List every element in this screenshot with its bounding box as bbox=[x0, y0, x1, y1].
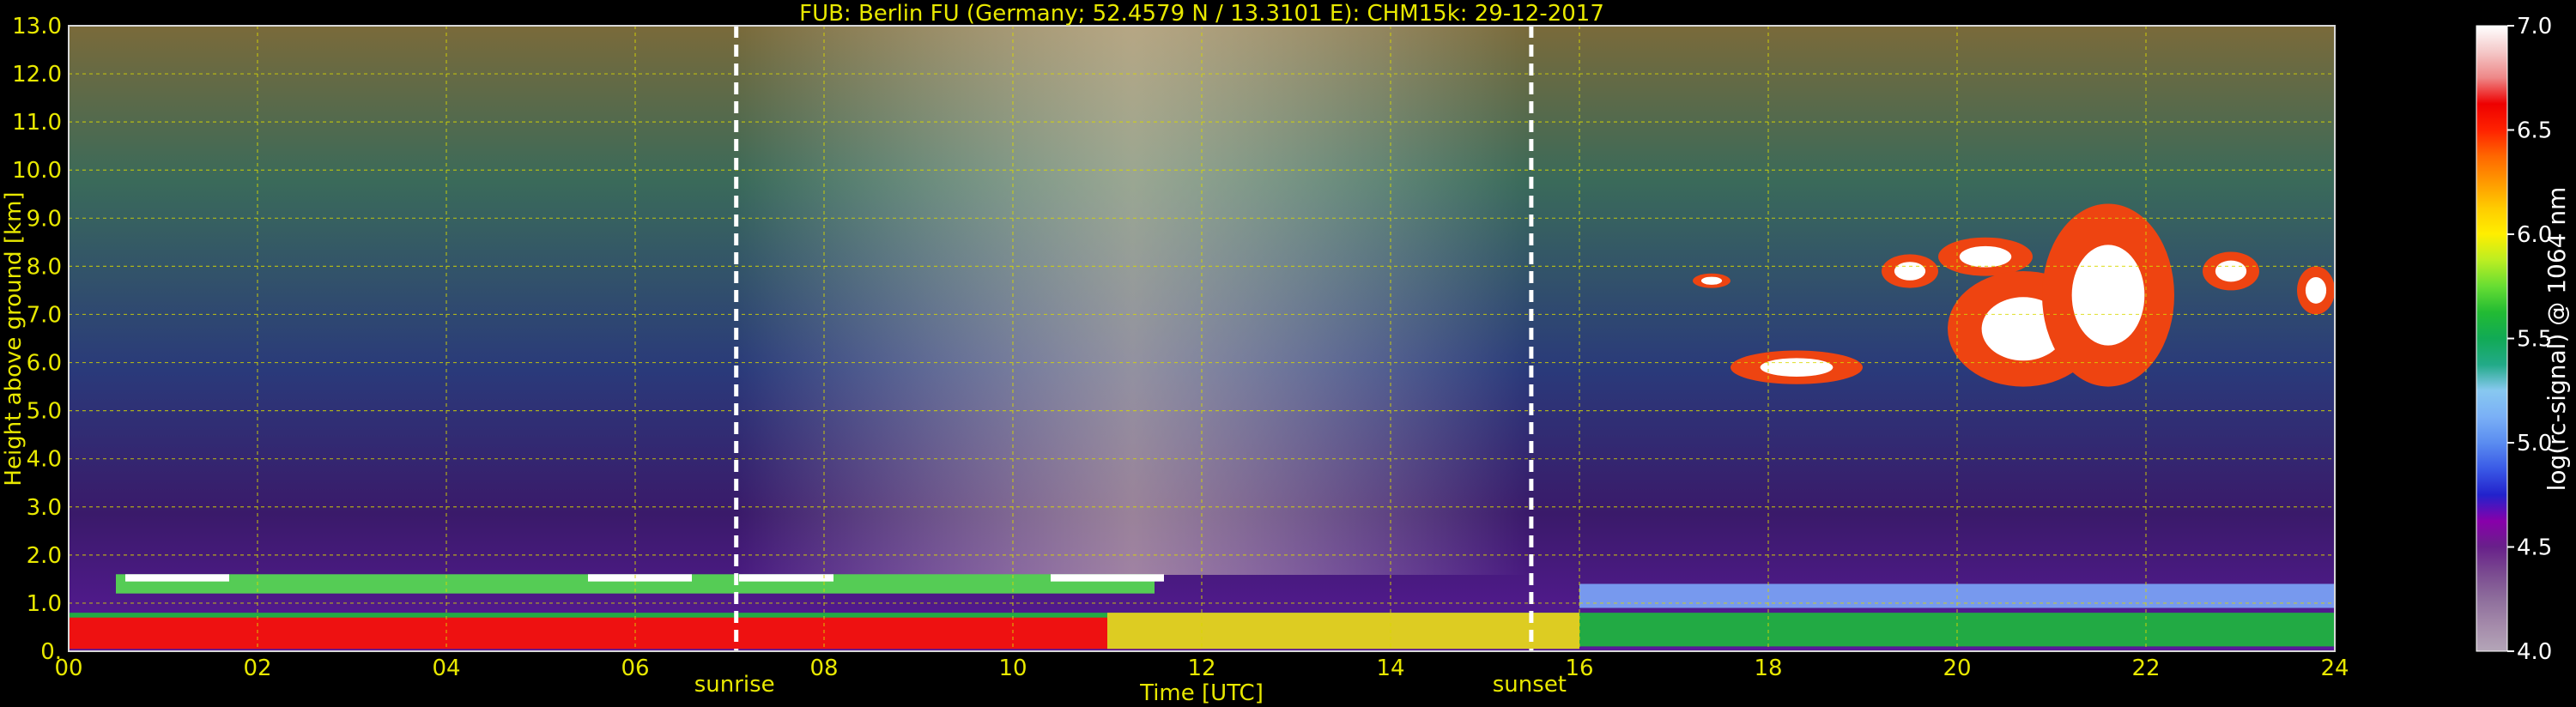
ceilometer-chart: sunrise sunset 0.1.02.03.04.05.06.07.08.0… bbox=[1, 1, 2571, 706]
x-tick-label: 06 bbox=[621, 656, 649, 681]
layer-cloud-top bbox=[1051, 574, 1164, 582]
layer-cloud-top bbox=[125, 574, 229, 582]
layer-cloud-top bbox=[739, 574, 833, 582]
colorbar-tick-label: 7.0 bbox=[2517, 14, 2552, 39]
layer-cirrus-core bbox=[1700, 276, 1723, 285]
x-tick-label: 08 bbox=[809, 656, 838, 681]
marker-sunset-label: sunset bbox=[1493, 672, 1567, 698]
daylight-noise bbox=[738, 26, 1528, 575]
y-tick-label: 1.0 bbox=[27, 591, 62, 617]
layer-cirrus-core bbox=[2215, 260, 2247, 282]
colorbar-gradient bbox=[2476, 25, 2508, 652]
x-tick-label: 14 bbox=[1376, 656, 1404, 681]
x-tick-label: 02 bbox=[243, 656, 271, 681]
colorbar-tick-label: 4.5 bbox=[2517, 535, 2552, 561]
layer-cirrus-core bbox=[1894, 262, 1926, 281]
y-tick-label: 10.0 bbox=[12, 158, 62, 184]
layer-cirrus-core bbox=[2305, 277, 2327, 304]
x-tick-label: 00 bbox=[54, 656, 82, 681]
colorbar-tick-label: 6.5 bbox=[2517, 118, 2552, 144]
y-axis-label: Height above ground [km] bbox=[1, 191, 27, 486]
y-tick-label: 9.0 bbox=[27, 206, 62, 232]
y-tick-label: 7.0 bbox=[27, 302, 62, 328]
y-tick-label: 11.0 bbox=[12, 110, 62, 136]
x-tick-label: 16 bbox=[1565, 656, 1593, 681]
x-tick-label: 18 bbox=[1754, 656, 1782, 681]
y-tick-label: 4.0 bbox=[27, 447, 62, 473]
x-tick-label: 04 bbox=[432, 656, 460, 681]
y-tick-label: 13.0 bbox=[12, 14, 62, 39]
colorbar-tick-label: 4.0 bbox=[2517, 639, 2552, 665]
layer-cirrus-core bbox=[1760, 358, 1834, 377]
x-tick-label: 10 bbox=[998, 656, 1027, 681]
y-tick-label: 8.0 bbox=[27, 254, 62, 280]
layer-cirrus-core bbox=[2071, 245, 2145, 346]
x-tick-label: 20 bbox=[1943, 656, 1971, 681]
y-tick-label: 2.0 bbox=[27, 543, 62, 569]
y-tick-label: 12.0 bbox=[12, 62, 62, 88]
layer-boundary-aerosol-afternoon bbox=[1107, 613, 1579, 650]
x-tick-labels: 00 02 04 06 08 10 12 14 16 18 20 22 24 bbox=[54, 656, 2349, 681]
chart-title: FUB: Berlin FU (Germany; 52.4579 N / 13.… bbox=[799, 1, 1604, 27]
y-tick-label: 3.0 bbox=[27, 495, 62, 521]
colorbar: 4.04.55.05.56.06.57.0 log(rc-signal) @ 1… bbox=[2476, 14, 2571, 665]
layer-cloud-top bbox=[588, 574, 692, 582]
y-tick-label: 6.0 bbox=[27, 351, 62, 377]
y-tick-label: 5.0 bbox=[27, 399, 62, 425]
x-tick-label: 22 bbox=[2131, 656, 2160, 681]
colorbar-label: log(rc-signal) @ 1064 nm bbox=[2543, 187, 2571, 492]
layer-cirrus-core bbox=[1959, 245, 2012, 268]
marker-sunrise-label: sunrise bbox=[694, 672, 775, 698]
x-tick-label: 12 bbox=[1187, 656, 1215, 681]
x-axis-label: Time [UTC] bbox=[1139, 680, 1264, 706]
x-tick-label: 24 bbox=[2320, 656, 2349, 681]
